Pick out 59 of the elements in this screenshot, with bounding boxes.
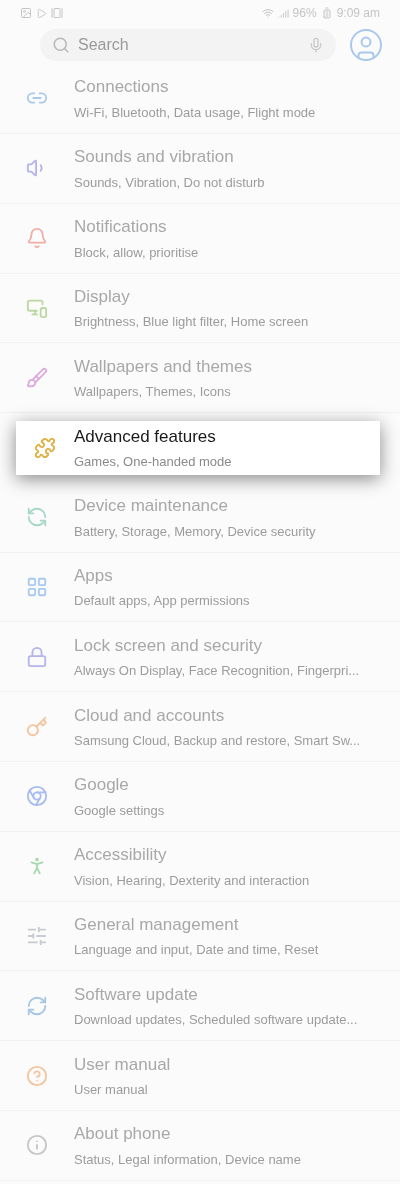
battery-icon <box>320 7 333 19</box>
item-subtitle: Vision, Hearing, Dexterity and interaction <box>74 871 310 890</box>
settings-item[interactable]: Display Brightness, Blue light filter, Home screen <box>0 273 400 344</box>
item-title: Accessibility <box>74 844 168 867</box>
item-title: Sounds and vibration <box>74 146 235 169</box>
item-subtitle: Status, Legal information, Device name <box>74 1150 301 1169</box>
settings-item[interactable]: Lock screen and security Always On Display, Face Recognition, Fingerpri... <box>0 622 400 693</box>
item-title: About phone <box>74 1123 172 1146</box>
settings-item[interactable]: Connections Wi-Fi, Bluetooth, Data usage, Flight mode <box>0 63 400 134</box>
item-subtitle: Brightness, Blue light filter, Home screen <box>74 313 309 332</box>
item-title: Wallpapers and themes <box>74 355 252 378</box>
settings-item[interactable]: About phone Status, Legal information, Device name <box>0 1110 400 1181</box>
gallery-icon <box>51 7 63 19</box>
settings-item[interactable]: Accessibility Vision, Hearing, Dexterity and interaction <box>0 831 400 902</box>
item-title: Notifications <box>74 216 168 238</box>
item-subtitle: Block, allow, prioritise <box>74 243 199 262</box>
settings-item[interactable]: User manual User manual <box>0 1041 400 1112</box>
item-subtitle: Download updates, Scheduled software update... <box>74 1011 358 1030</box>
item-subtitle: User manual <box>74 1081 149 1100</box>
settings-item[interactable]: General management Language and input, Date and time, Reset <box>0 901 400 972</box>
item-subtitle: Google settings <box>74 801 165 820</box>
settings-item[interactable]: Advanced features Games, One-handed mode <box>16 420 380 475</box>
settings-item[interactable]: Software update Download updates, Scheduled software update... <box>0 971 400 1042</box>
item-title: User manual <box>74 1053 171 1076</box>
play-icon <box>36 7 47 19</box>
settings-item[interactable]: Sounds and vibration Sounds, Vibration, Do not disturb <box>0 133 400 204</box>
settings-item[interactable]: Notifications Block, allow, prioritise <box>0 203 400 274</box>
item-title: Lock screen and security <box>74 634 264 657</box>
search-icon <box>52 36 70 54</box>
item-subtitle: Battery, Storage, Memory, Device security <box>74 522 316 541</box>
item-title: Connections <box>74 76 170 99</box>
settings-item[interactable]: Google Google settings <box>0 761 400 832</box>
wifi-icon <box>261 7 274 19</box>
item-title: General management <box>74 913 240 936</box>
search-field[interactable]: Search <box>78 33 300 57</box>
settings-item[interactable]: Apps Default apps, App permissions <box>0 552 400 623</box>
item-subtitle: Default apps, App permissions <box>74 592 250 611</box>
item-subtitle: Wi-Fi, Bluetooth, Data usage, Flight mode <box>74 103 316 122</box>
item-subtitle: Language and input, Date and time, Reset <box>74 941 319 960</box>
item-title: Apps <box>74 565 114 587</box>
image-icon <box>20 7 32 19</box>
signal-icon <box>277 7 289 19</box>
item-subtitle: Sounds, Vibration, Do not disturb <box>74 173 265 192</box>
item-title: Software update <box>74 983 199 1006</box>
settings-item[interactable]: Cloud and accounts Samsung Cloud, Backup and restore, Smart Sw... <box>0 692 400 763</box>
item-title: Advanced features <box>74 425 217 448</box>
item-title: Cloud and accounts <box>74 704 226 727</box>
mic-icon[interactable] <box>308 37 324 53</box>
account-icon[interactable] <box>348 27 384 63</box>
item-subtitle: Samsung Cloud, Backup and restore, Smart Sw... <box>74 732 361 751</box>
search-bar[interactable]: Search <box>40 29 336 61</box>
item-subtitle: Always On Display, Face Recognition, Fingerpri... <box>74 662 360 681</box>
settings-item[interactable]: Device maintenance Battery, Storage, Memory, Device security <box>0 482 400 553</box>
item-title: Device maintenance <box>74 495 230 518</box>
item-title: Display <box>74 285 131 308</box>
item-subtitle: Wallpapers, Themes, Icons <box>74 383 232 402</box>
item-title: Google <box>74 774 130 797</box>
settings-item[interactable]: Wallpapers and themes Wallpapers, Themes, Icons <box>0 343 400 414</box>
item-subtitle: Games, One-handed mode <box>74 453 232 472</box>
